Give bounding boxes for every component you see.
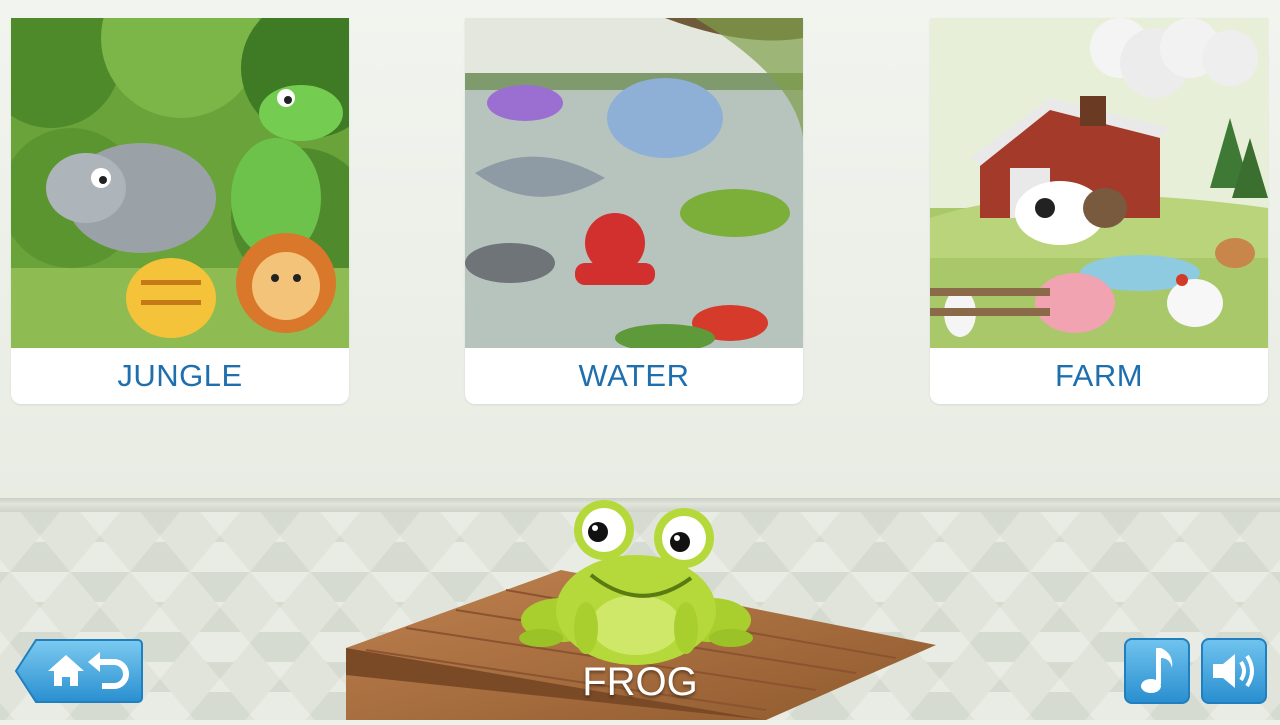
sound-toggle-button[interactable]: [1201, 638, 1267, 704]
music-toggle-button[interactable]: [1124, 638, 1190, 704]
category-label-jungle: JUNGLE: [117, 358, 243, 393]
home-back-button[interactable]: [14, 638, 144, 704]
category-card-water[interactable]: WATER: [465, 18, 803, 404]
category-card-jungle[interactable]: JUNGLE: [11, 18, 349, 404]
speaker-icon: [1213, 654, 1254, 688]
animal-name-label: FROG: [582, 660, 698, 704]
category-label-farm: FARM: [1054, 358, 1144, 393]
category-card-farm[interactable]: FARM: [930, 18, 1268, 404]
home-back-icon: [14, 639, 143, 703]
water-scene-image: [465, 18, 803, 348]
jungle-scene-image: [11, 18, 349, 348]
music-note-icon: [1141, 648, 1173, 693]
category-label-water: WATER: [578, 358, 690, 393]
farm-scene-image: [930, 18, 1268, 348]
